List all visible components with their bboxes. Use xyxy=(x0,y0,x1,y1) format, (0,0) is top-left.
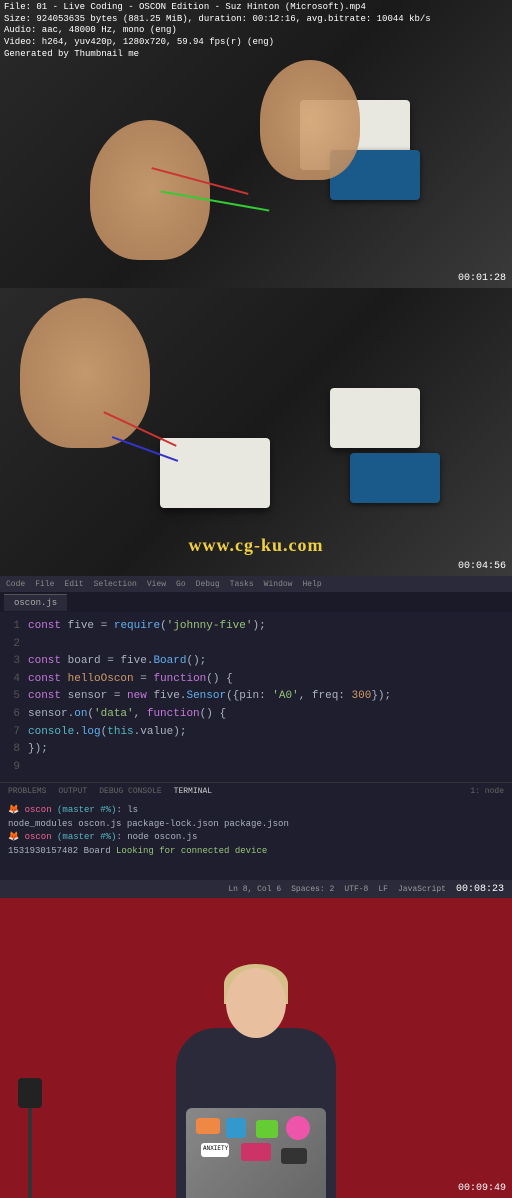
timecode-2: 00:04:56 xyxy=(458,561,506,572)
presenter: ANXIETY xyxy=(166,958,346,1198)
menu-window[interactable]: Window xyxy=(264,580,293,589)
breadboard-2 xyxy=(330,388,420,448)
menu-selection[interactable]: Selection xyxy=(94,580,137,589)
status-encoding[interactable]: UTF-8 xyxy=(344,885,368,894)
menu-tasks[interactable]: Tasks xyxy=(230,580,254,589)
code-line-5: 5 const sensor = new five.Sensor({pin: '… xyxy=(0,688,512,706)
code-line-7: 7 console.log(this.value); xyxy=(0,724,512,742)
menu-file[interactable]: File xyxy=(35,580,54,589)
status-eol[interactable]: LF xyxy=(378,885,388,894)
meta-gen: Generated by Thumbnail me xyxy=(4,49,431,61)
watermark: www.cg-ku.com xyxy=(189,535,324,556)
code-line-4: 4const helloOscon = function() { xyxy=(0,671,512,689)
menu-go[interactable]: Go xyxy=(176,580,186,589)
desk-lamp xyxy=(10,1078,50,1198)
meta-video: Video: h264, yuv420p, 1280x720, 59.94 fp… xyxy=(4,37,431,49)
meta-audio: Audio: aac, 48000 Hz, mono (eng) xyxy=(4,25,431,37)
video-frame-4: ANXIETY 00:09:49 xyxy=(0,898,512,1198)
status-cursor[interactable]: Ln 8, Col 6 xyxy=(228,885,281,894)
meta-file: File: 01 - Live Coding - OSCON Edition -… xyxy=(4,2,431,14)
laptop: ANXIETY xyxy=(186,1108,326,1198)
code-area[interactable]: 1const five = require('johnny-five'); 2 … xyxy=(0,612,512,782)
timecode-1: 00:01:28 xyxy=(458,273,506,284)
code-line-9: 9 xyxy=(0,759,512,777)
prompt-icon: 🦊 oscon xyxy=(8,805,52,815)
status-bar: Ln 8, Col 6 Spaces: 2 UTF-8 LF JavaScrip… xyxy=(0,880,512,898)
status-lang[interactable]: JavaScript xyxy=(398,885,446,894)
menu-bar: Code File Edit Selection View Go Debug T… xyxy=(0,576,512,592)
terminal[interactable]: 🦊 oscon (master #%): ls node_modules osc… xyxy=(0,800,512,880)
status-spaces[interactable]: Spaces: 2 xyxy=(291,885,334,894)
hand-right xyxy=(260,60,360,180)
menu-debug[interactable]: Debug xyxy=(196,580,220,589)
menu-help[interactable]: Help xyxy=(302,580,321,589)
tab-bar: oscon.js xyxy=(0,592,512,612)
video-frame-2: www.cg-ku.com 00:04:56 xyxy=(0,288,512,576)
code-line-2: 2 xyxy=(0,636,512,654)
code-editor: Code File Edit Selection View Go Debug T… xyxy=(0,576,512,898)
file-metadata: File: 01 - Live Coding - OSCON Edition -… xyxy=(0,0,435,62)
prompt-icon: 🦊 oscon xyxy=(8,832,52,842)
hand-left xyxy=(90,120,210,260)
timecode-4: 00:09:49 xyxy=(458,1183,506,1194)
panel-tabs: PROBLEMS OUTPUT DEBUG CONSOLE TERMINAL 1… xyxy=(0,782,512,800)
terminal-ls-output: node_modules oscon.js package-lock.json … xyxy=(8,818,504,832)
menu-edit[interactable]: Edit xyxy=(64,580,83,589)
code-line-1: 1const five = require('johnny-five'); xyxy=(0,618,512,636)
arduino-board-2 xyxy=(350,453,440,503)
menu-view[interactable]: View xyxy=(147,580,166,589)
timecode-3: 00:08:23 xyxy=(456,884,504,895)
code-line-8: 8 }); xyxy=(0,741,512,759)
video-frame-1: File: 01 - Live Coding - OSCON Edition -… xyxy=(0,0,512,288)
meta-size: Size: 924053635 bytes (881.25 MiB), dura… xyxy=(4,14,431,26)
code-line-3: 3const board = five.Board(); xyxy=(0,653,512,671)
code-line-6: 6 sensor.on('data', function() { xyxy=(0,706,512,724)
terminal-selector[interactable]: 1: node xyxy=(470,787,504,796)
tab-oscon-js[interactable]: oscon.js xyxy=(4,594,67,611)
breadboard-1 xyxy=(160,438,270,508)
panel-terminal[interactable]: TERMINAL xyxy=(174,787,212,796)
menu-code[interactable]: Code xyxy=(6,580,25,589)
panel-problems[interactable]: PROBLEMS xyxy=(8,787,46,796)
panel-debug[interactable]: DEBUG CONSOLE xyxy=(99,787,161,796)
panel-output[interactable]: OUTPUT xyxy=(58,787,87,796)
